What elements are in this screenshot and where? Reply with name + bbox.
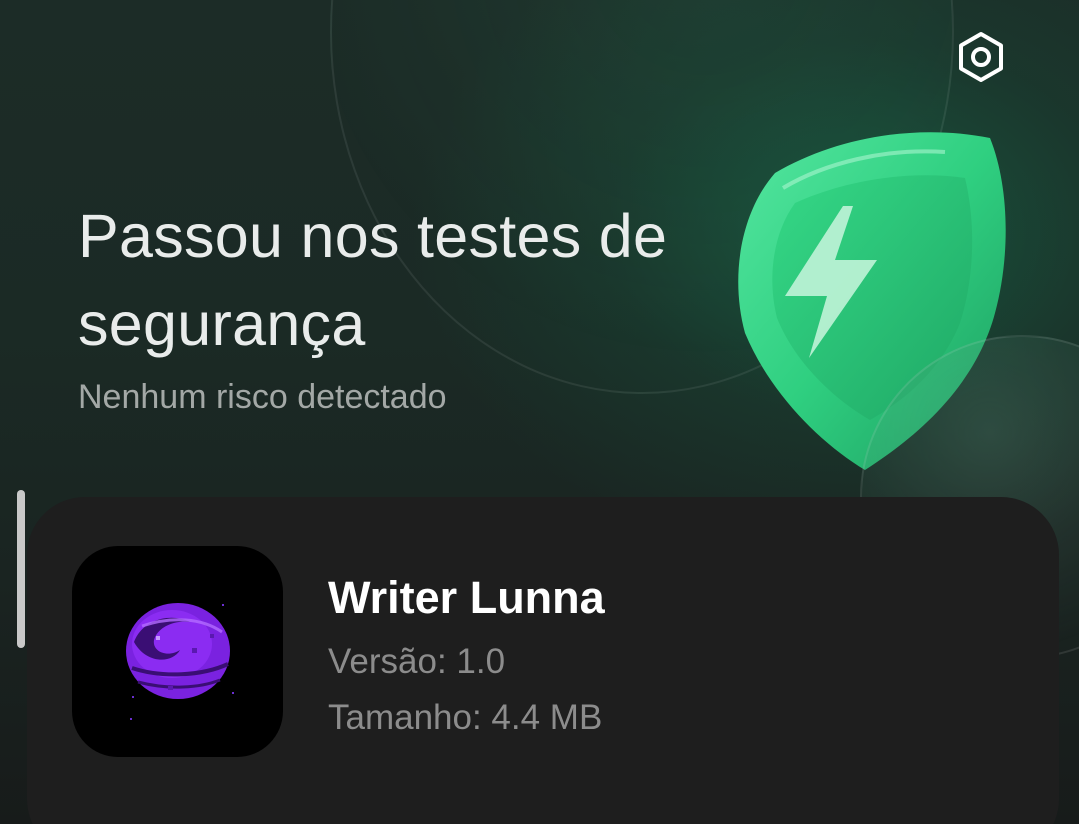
settings-hexagon-icon [959,32,1003,82]
page-subtitle: Nenhum risco detectado [78,378,447,416]
app-size: Tamanho: 4.4 MB [328,698,603,737]
app-icon [72,546,283,757]
app-version: Versão: 1.0 [328,642,506,681]
shield-lightning-icon [738,132,1006,471]
settings-button[interactable] [952,28,1010,86]
app-name: Writer Lunna [328,572,605,623]
page-title: Passou nos testes de segurança [78,202,668,358]
purple-planet-app-icon [126,603,234,720]
security-check-screen: Passou nos testes de segurança Nenhum ri… [0,0,1079,824]
scroll-indicator[interactable] [17,490,25,648]
